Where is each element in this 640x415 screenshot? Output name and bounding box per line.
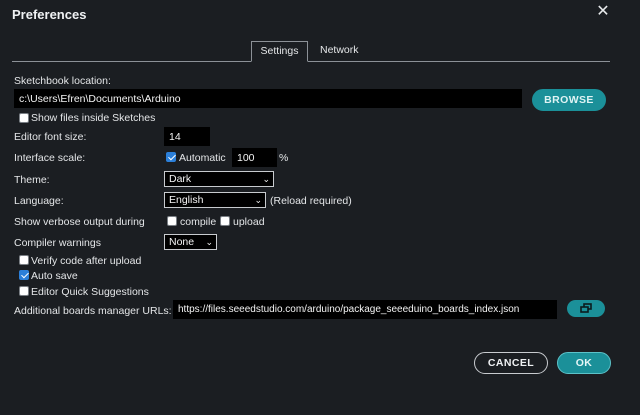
verbose-upload-checkbox[interactable] [220, 216, 230, 226]
reload-required-note: (Reload required) [270, 195, 352, 207]
verbose-label: Show verbose output during [14, 216, 145, 228]
open-window-icon [580, 303, 592, 313]
automatic-scale-label: Automatic [179, 152, 226, 164]
autosave-label: Auto save [31, 270, 78, 282]
tab-network[interactable]: Network [312, 41, 370, 62]
compiler-warnings-value: None [169, 236, 195, 248]
boards-urls-edit-button[interactable] [567, 300, 605, 317]
dialog-title: Preferences [12, 7, 87, 22]
show-files-label: Show files inside Sketches [31, 112, 156, 124]
ok-button[interactable]: OK [557, 352, 611, 374]
compiler-warnings-label: Compiler warnings [14, 237, 101, 249]
language-select[interactable]: English ⌄ [164, 192, 266, 208]
chevron-down-icon: ⌄ [205, 237, 213, 247]
tab-divider [12, 61, 610, 62]
boards-urls-label: Additional boards manager URLs: [14, 305, 172, 317]
theme-label: Theme: [14, 174, 50, 186]
cancel-button[interactable]: CANCEL [474, 352, 548, 374]
chevron-down-icon: ⌄ [254, 195, 262, 205]
chevron-down-icon: ⌄ [262, 174, 270, 184]
sketchbook-location-input[interactable] [14, 89, 522, 108]
autosave-checkbox[interactable] [19, 270, 29, 280]
verbose-compile-label: compile [180, 216, 217, 228]
quick-suggestions-label: Editor Quick Suggestions [31, 286, 149, 298]
show-files-checkbox[interactable] [19, 113, 29, 123]
theme-select[interactable]: Dark ⌄ [164, 171, 274, 187]
compiler-warnings-select[interactable]: None ⌄ [164, 234, 217, 250]
boards-urls-input[interactable] [173, 300, 557, 319]
font-size-input[interactable] [164, 127, 210, 146]
tab-settings[interactable]: Settings [251, 41, 308, 62]
percent-unit: % [279, 152, 289, 164]
verify-checkbox[interactable] [19, 255, 29, 265]
verify-label: Verify code after upload [31, 255, 142, 267]
sketchbook-label: Sketchbook location: [14, 75, 111, 87]
verbose-compile-checkbox[interactable] [167, 216, 177, 226]
interface-scale-label: Interface scale: [14, 152, 86, 164]
verbose-upload-label: upload [233, 216, 265, 228]
language-value: English [169, 194, 204, 206]
language-label: Language: [14, 195, 64, 207]
interface-scale-input[interactable] [232, 148, 277, 167]
theme-value: Dark [169, 173, 192, 185]
automatic-scale-checkbox[interactable] [166, 152, 176, 162]
browse-button[interactable]: BROWSE [532, 89, 606, 111]
font-size-label: Editor font size: [14, 131, 87, 143]
close-icon[interactable]: ✕ [596, 4, 610, 20]
quick-suggestions-checkbox[interactable] [19, 286, 29, 296]
